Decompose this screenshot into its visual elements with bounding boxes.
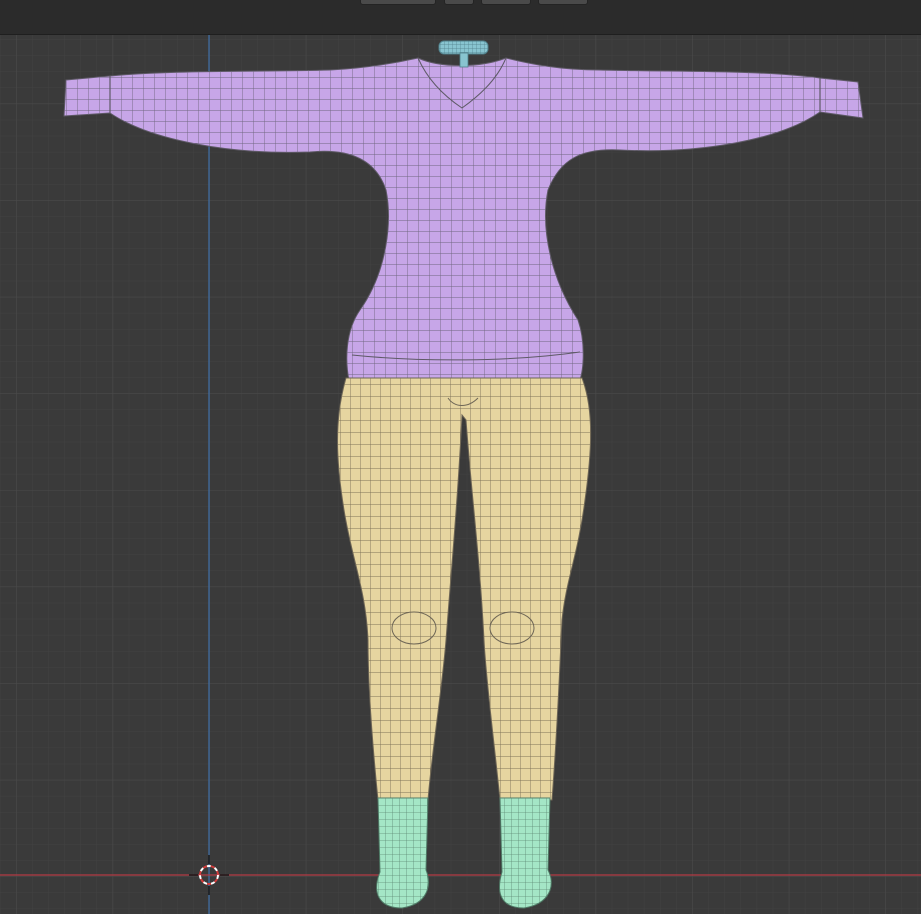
3d-viewport[interactable] <box>0 35 921 914</box>
mode-dropdown[interactable] <box>360 0 436 5</box>
left-sock-mesh[interactable] <box>376 797 429 909</box>
shading-toggle-2[interactable] <box>538 0 588 5</box>
right-sock-mesh[interactable] <box>499 797 552 909</box>
shading-toggle-1[interactable] <box>481 0 531 5</box>
viewport-canvas[interactable] <box>0 35 921 914</box>
overlay-toggle[interactable] <box>444 0 474 5</box>
viewport-header <box>0 0 921 35</box>
